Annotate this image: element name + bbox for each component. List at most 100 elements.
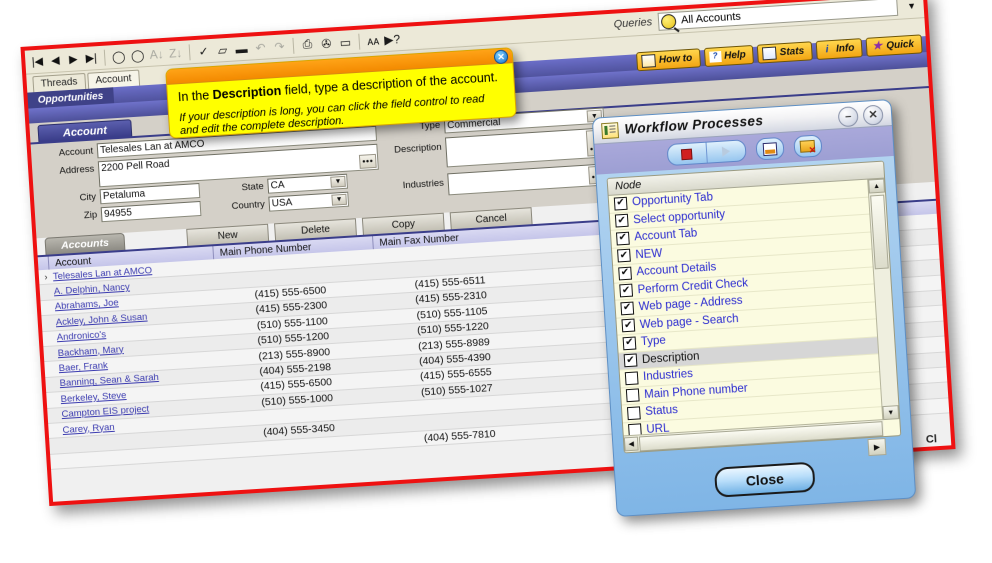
queries-value: All Accounts bbox=[680, 10, 742, 27]
checkbox[interactable]: ✔ bbox=[621, 318, 636, 333]
current-row-marker bbox=[49, 408, 60, 423]
nav-first-icon[interactable]: |◀ bbox=[29, 53, 46, 70]
delete-note-button[interactable] bbox=[792, 134, 823, 159]
current-row-marker bbox=[44, 331, 55, 346]
node-list: ✔ Opportunity Tab ✔ Select opportunity ✔ Acco… bbox=[608, 179, 884, 437]
industries-label: Industries bbox=[402, 177, 445, 192]
checkbox[interactable]: ✔ bbox=[615, 231, 630, 246]
workflow-processes-dialog: Workflow Processes – ✕ Node ✔Opportunity… bbox=[591, 98, 917, 518]
toolbar-separator bbox=[292, 37, 295, 54]
scroll-down-button[interactable]: ▼ bbox=[882, 405, 900, 421]
howto-icon bbox=[641, 54, 657, 68]
node-label: Opportunity Tab bbox=[631, 191, 714, 209]
checkbox[interactable]: ✔ bbox=[618, 266, 632, 281]
stop-button[interactable] bbox=[667, 143, 706, 165]
checkbox[interactable]: ✔ bbox=[620, 301, 635, 316]
country-label: Country bbox=[231, 198, 266, 213]
node-label: Description bbox=[641, 350, 700, 366]
account-value: Telesales Lan at AMCO bbox=[99, 138, 205, 157]
checkbox[interactable]: ✔ bbox=[623, 353, 638, 368]
node-label: Account Details bbox=[636, 261, 717, 279]
node-label: Industries bbox=[642, 368, 694, 384]
current-row-marker bbox=[50, 423, 61, 438]
toolbar-separator bbox=[103, 49, 106, 66]
check-icon[interactable]: ✓ bbox=[195, 42, 213, 59]
address-label: Address bbox=[59, 163, 95, 177]
current-row-marker bbox=[43, 316, 54, 331]
checkbox[interactable]: ✔ bbox=[619, 283, 634, 298]
help-label: Help bbox=[723, 49, 747, 62]
state-label: State bbox=[241, 180, 265, 194]
stats-chart-icon bbox=[762, 46, 778, 61]
state-value: CA bbox=[270, 179, 285, 192]
toolbar-separator bbox=[358, 33, 361, 50]
howto-button[interactable]: How to bbox=[636, 48, 701, 72]
description-field[interactable]: ••• bbox=[444, 127, 607, 168]
query-icon[interactable]: ▶? bbox=[383, 31, 401, 48]
node-label: NEW bbox=[635, 247, 663, 262]
address-value: 2200 Pell Road bbox=[100, 158, 170, 175]
print-icon[interactable]: ⎙ bbox=[298, 36, 316, 53]
close-icon[interactable]: ✕ bbox=[862, 104, 884, 126]
circle-icon[interactable]: ◯ bbox=[129, 47, 147, 64]
scroll-right-button[interactable]: ▶ bbox=[867, 438, 887, 457]
workflow-window-buttons: – ✕ bbox=[837, 104, 884, 128]
scroll-thumb[interactable] bbox=[870, 194, 889, 270]
search-icon bbox=[660, 13, 677, 30]
help-button[interactable]: ? Help bbox=[703, 44, 755, 68]
binoculars-icon[interactable]: ᴀᴀ bbox=[364, 32, 382, 49]
chevron-down-icon[interactable]: ▼ bbox=[903, 0, 920, 14]
checkbox[interactable]: ✔ bbox=[622, 336, 637, 351]
quick-label: Quick bbox=[885, 38, 915, 52]
howto-label: How to bbox=[658, 52, 693, 66]
current-row-marker: › bbox=[44, 271, 48, 283]
city-label: City bbox=[79, 191, 97, 204]
stats-label: Stats bbox=[779, 45, 805, 59]
camera-icon[interactable]: ▱ bbox=[214, 41, 232, 58]
checkbox[interactable]: ✔ bbox=[613, 196, 628, 211]
fax-icon[interactable]: ✇ bbox=[317, 35, 335, 52]
tooltip-line1-bold: Description bbox=[212, 83, 282, 103]
account-label: Account bbox=[58, 145, 94, 159]
page-icon[interactable]: ▭ bbox=[336, 34, 354, 51]
info-button[interactable]: i Info bbox=[815, 38, 863, 60]
checkbox[interactable] bbox=[624, 371, 639, 385]
checkbox[interactable]: ✔ bbox=[617, 248, 631, 263]
scroll-left-button[interactable]: ◀ bbox=[623, 436, 639, 452]
stats-button[interactable]: Stats bbox=[757, 41, 813, 64]
nav-last-icon[interactable]: ▶| bbox=[83, 50, 100, 67]
workflow-list-icon bbox=[601, 121, 620, 139]
info-label: Info bbox=[835, 42, 855, 55]
close-icon[interactable]: ✕ bbox=[493, 49, 509, 65]
help-cursor-icon: ? bbox=[708, 50, 722, 63]
industries-field[interactable]: ••• bbox=[447, 163, 609, 196]
sort-za-icon: Z↓ bbox=[168, 45, 183, 61]
quick-button[interactable]: ★ Quick bbox=[865, 34, 923, 57]
redo-icon: ↷ bbox=[273, 38, 285, 54]
scroll-up-button[interactable]: ▲ bbox=[868, 178, 886, 194]
nav-prev-icon[interactable]: ◀ bbox=[47, 52, 64, 69]
checkbox[interactable] bbox=[625, 388, 640, 403]
save-button[interactable] bbox=[754, 136, 785, 161]
country-dropdown-arrow[interactable]: ▼ bbox=[331, 193, 348, 206]
account-link[interactable] bbox=[64, 454, 65, 468]
current-row-marker bbox=[46, 362, 57, 377]
circle-icon[interactable]: ◯ bbox=[110, 48, 128, 65]
car-icon[interactable]: ▬ bbox=[233, 40, 251, 57]
account-link[interactable] bbox=[63, 438, 64, 452]
close-button[interactable]: Close bbox=[713, 461, 816, 498]
star-icon: ★ bbox=[871, 39, 883, 53]
checkbox[interactable] bbox=[626, 406, 641, 420]
nav-next-icon[interactable]: ▶ bbox=[65, 51, 82, 68]
undo-icon: ↶ bbox=[254, 40, 266, 55]
country-field[interactable]: USA ▼ bbox=[268, 191, 350, 212]
toolbar-separator bbox=[188, 43, 191, 60]
play-button[interactable] bbox=[705, 140, 746, 163]
state-field[interactable]: CA ▼ bbox=[267, 173, 348, 194]
zip-field[interactable]: 94955 bbox=[100, 200, 202, 223]
checkbox[interactable]: ✔ bbox=[614, 213, 629, 228]
current-row-marker bbox=[41, 285, 52, 300]
minimize-button[interactable]: – bbox=[837, 106, 859, 128]
state-dropdown-arrow[interactable]: ▼ bbox=[330, 175, 346, 188]
node-label: Status bbox=[644, 404, 679, 419]
